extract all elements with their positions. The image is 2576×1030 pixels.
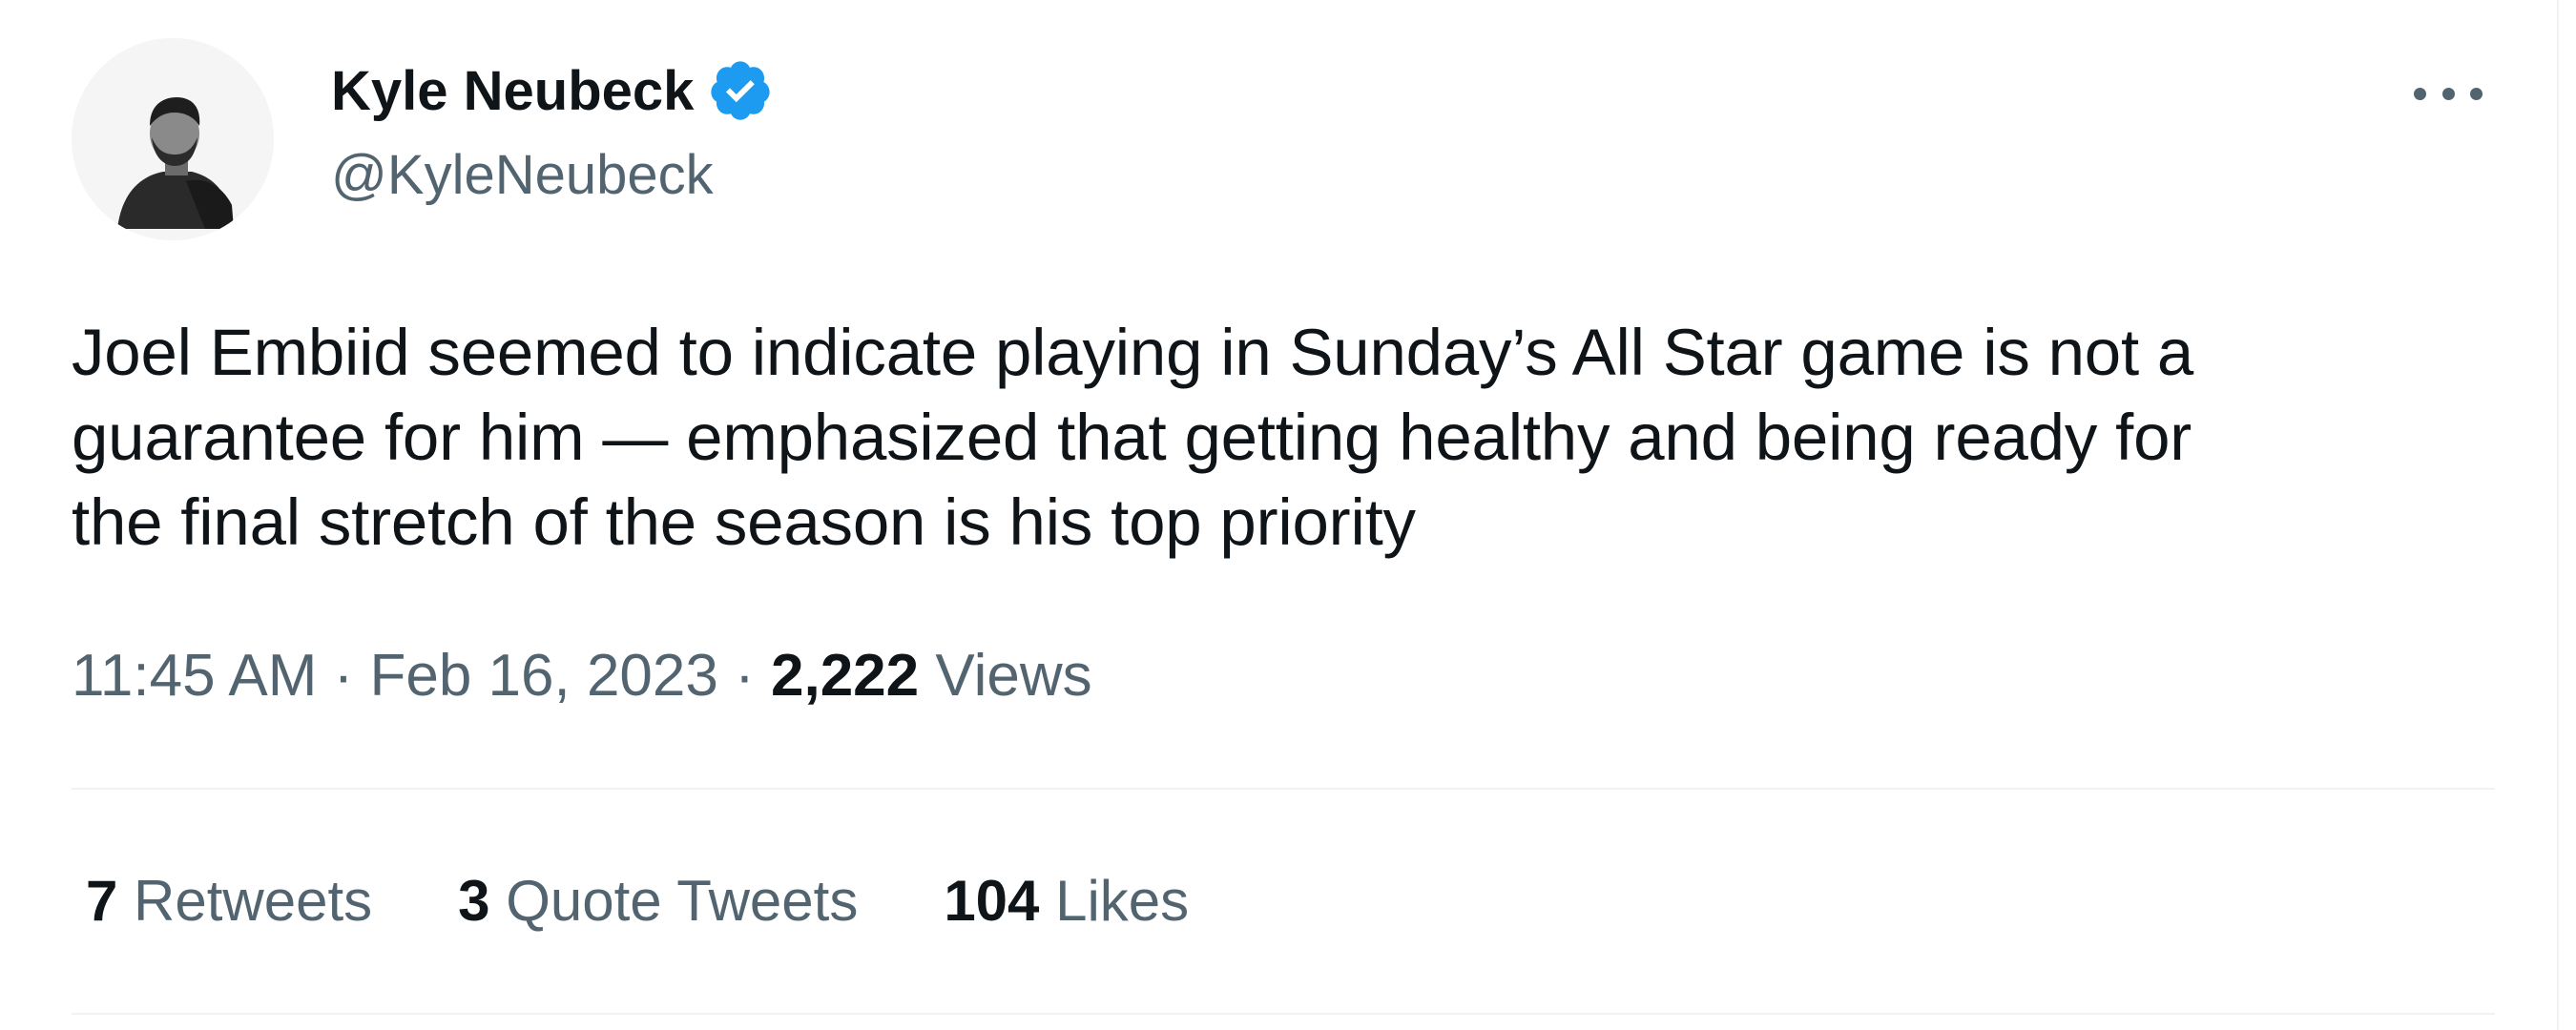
tweet-time[interactable]: 11:45 AM <box>72 643 317 709</box>
tweet-stats: 7 Retweets 3 Quote Tweets 104 Likes <box>86 868 1275 934</box>
tweet-date[interactable]: Feb 16, 2023 <box>369 643 717 709</box>
likes-count: 104 <box>944 869 1040 933</box>
views-label: Views <box>919 643 1092 709</box>
author-handle[interactable]: @KyleNeubeck <box>331 143 714 207</box>
meta-separator: · <box>317 643 370 709</box>
more-options-icon[interactable] <box>2414 74 2483 113</box>
quote-tweets-label: Quote Tweets <box>489 869 859 933</box>
retweets-label: Retweets <box>117 869 373 933</box>
retweets-count: 7 <box>86 869 118 933</box>
tweet-card: Kyle Neubeck @KyleNeubeck Joel Embiid se… <box>0 0 2559 1030</box>
dot <box>2441 87 2455 100</box>
profile-photo-icon <box>72 38 274 240</box>
divider <box>72 1013 2495 1015</box>
likes-label: Likes <box>1039 869 1190 933</box>
tweet-meta: 11:45 AM · Feb 16, 2023 · 2,222 Views <box>72 642 1092 710</box>
views-count: 2,222 <box>770 643 920 709</box>
tweet-text: Joel Embiid seemed to indicate playing i… <box>72 316 2194 559</box>
quote-tweets-stat[interactable]: 3 Quote Tweets <box>458 868 858 934</box>
retweets-stat[interactable]: 7 Retweets <box>86 868 372 934</box>
author-name[interactable]: Kyle Neubeck <box>331 57 774 124</box>
quote-tweets-count: 3 <box>458 869 490 933</box>
author-name-text[interactable]: Kyle Neubeck <box>331 59 694 123</box>
likes-stat[interactable]: 104 Likes <box>944 868 1189 934</box>
dot <box>2414 87 2426 100</box>
avatar[interactable] <box>72 38 274 240</box>
dot <box>2470 87 2483 100</box>
verified-badge-icon <box>707 57 774 124</box>
meta-separator: · <box>717 643 771 709</box>
page: Kyle Neubeck @KyleNeubeck Joel Embiid se… <box>0 0 2576 1030</box>
divider <box>72 788 2495 790</box>
